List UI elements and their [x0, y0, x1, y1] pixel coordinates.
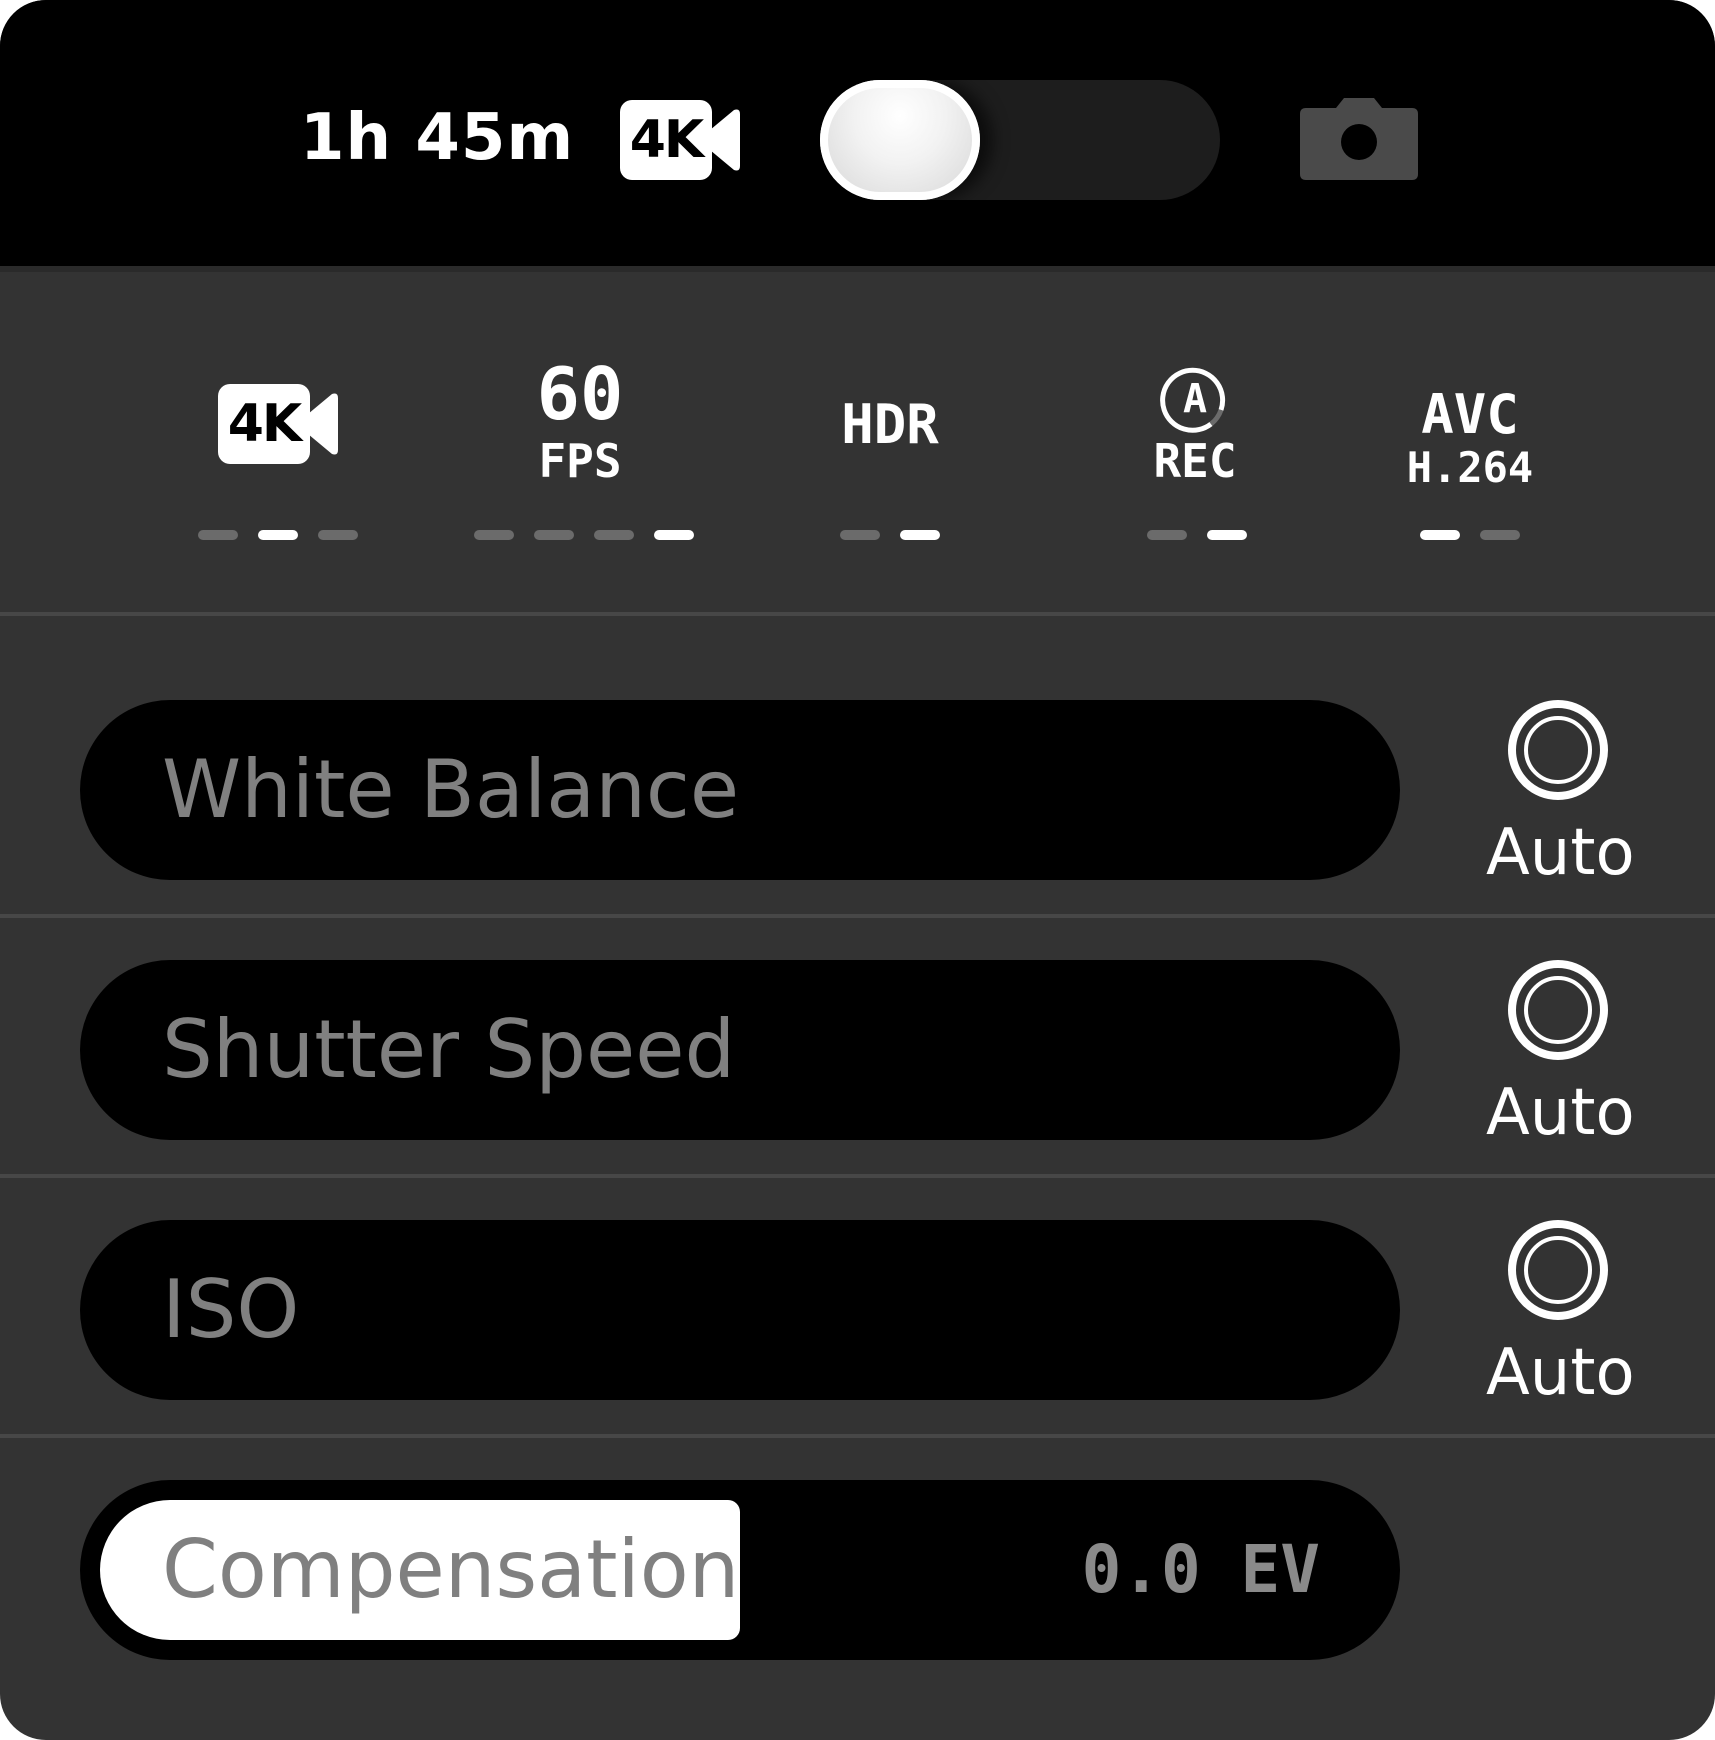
option-dot	[1480, 530, 1520, 540]
codec-sublabel: H.264	[1406, 443, 1534, 492]
codec-setting[interactable]: AVC H.264	[1350, 272, 1590, 612]
video-camera-icon	[710, 109, 740, 171]
option-dot-selected	[258, 530, 298, 540]
fps-value: 60	[536, 352, 624, 436]
toggle-knob[interactable]	[820, 80, 980, 200]
option-dot-selected	[1207, 530, 1247, 540]
camera-icon[interactable]	[1298, 96, 1420, 182]
option-dot	[534, 530, 574, 540]
iso-label: ISO	[162, 1263, 300, 1356]
auto-radio-icon[interactable]	[1508, 960, 1608, 1060]
header-bar: 1h 45m 4K	[0, 0, 1715, 272]
white-balance-label: White Balance	[162, 743, 740, 836]
white-balance-row: White Balance Auto	[0, 616, 1715, 918]
video-camera-icon	[308, 393, 338, 455]
capture-settings-row: 4K 60 FPS HDR A REC AVC H.264	[0, 272, 1715, 616]
auto-record-icon: A	[1160, 367, 1226, 433]
hdr-option-dots	[840, 530, 940, 540]
fps-setting[interactable]: 60 FPS	[460, 272, 700, 612]
option-dot	[840, 530, 880, 540]
resolution-badge: 4K	[218, 384, 310, 464]
hdr-setting[interactable]: HDR	[770, 272, 1010, 612]
iso-auto-label: Auto	[1486, 1336, 1635, 1410]
auto-radio-icon[interactable]	[1508, 700, 1608, 800]
camera-settings-panel: 1h 45m 4K 4K 60 FPS HDR A REC AVC H.264 …	[0, 0, 1715, 1740]
iso-row: ISO Auto	[0, 1178, 1715, 1438]
video-photo-toggle[interactable]	[820, 80, 1220, 200]
fps-option-dots	[474, 530, 694, 540]
option-dot-selected	[654, 530, 694, 540]
iso-slider[interactable]: ISO	[80, 1220, 1400, 1400]
shutter-speed-label: Shutter Speed	[162, 1003, 736, 1096]
white-balance-auto-label: Auto	[1486, 816, 1635, 890]
auto-record-setting[interactable]: A REC	[1075, 272, 1315, 612]
auto-record-option-dots	[1147, 530, 1247, 540]
resolution-indicator: 4K	[218, 384, 340, 464]
shutter-speed-slider[interactable]: Shutter Speed	[80, 960, 1400, 1140]
compensation-row: Compensation 0.0 EV	[0, 1438, 1715, 1740]
option-dot	[318, 530, 358, 540]
codec-label: AVC	[1421, 383, 1519, 446]
fps-unit: FPS	[538, 434, 622, 488]
video-mode-indicator: 4K	[620, 100, 742, 180]
option-dot	[1147, 530, 1187, 540]
codec-option-dots	[1420, 530, 1520, 540]
auto-record-label: REC	[1153, 434, 1237, 488]
video-mode-badge: 4K	[620, 100, 712, 180]
time-remaining: 1h 45m	[300, 101, 575, 175]
auto-record-badge: A	[1183, 376, 1207, 422]
option-dot	[474, 530, 514, 540]
compensation-value: 0.0 EV	[1081, 1531, 1320, 1608]
auto-radio-icon[interactable]	[1508, 1220, 1608, 1320]
compensation-label: Compensation	[162, 1523, 740, 1616]
white-balance-slider[interactable]: White Balance	[80, 700, 1400, 880]
option-dot	[594, 530, 634, 540]
shutter-speed-auto-label: Auto	[1486, 1076, 1635, 1150]
option-dot	[198, 530, 238, 540]
resolution-setting[interactable]: 4K	[160, 272, 400, 612]
option-dot-selected	[900, 530, 940, 540]
shutter-speed-row: Shutter Speed Auto	[0, 918, 1715, 1178]
compensation-slider[interactable]: Compensation 0.0 EV	[80, 1480, 1400, 1660]
resolution-option-dots	[198, 530, 358, 540]
hdr-label: HDR	[841, 393, 939, 456]
option-dot-selected	[1420, 530, 1460, 540]
